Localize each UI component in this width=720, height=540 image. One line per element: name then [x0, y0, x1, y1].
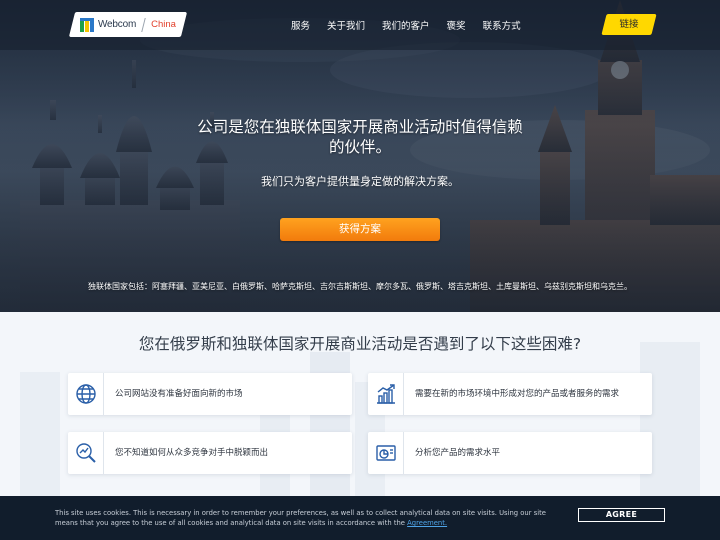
problem-card: 您不知道如何从众多竞争对手中脱颖而出 [68, 432, 352, 474]
agree-button[interactable]: AGREE [578, 508, 665, 522]
nav-item-clients[interactable]: 我们的客户 [382, 18, 430, 32]
growth-chart-icon [377, 384, 395, 404]
header-link-button[interactable]: 链接 [601, 14, 657, 35]
card-icon-cell [368, 373, 404, 415]
globe-icon [76, 384, 96, 404]
card-icon-cell [368, 432, 404, 474]
get-solution-button[interactable]: 获得方案 [280, 218, 440, 241]
logo-region: China [151, 19, 176, 30]
search-trend-icon [76, 443, 96, 463]
hero-subtitle: 我们只为客户提供量身定做的解决方案。 [261, 175, 459, 188]
analytics-icon [376, 445, 396, 461]
problem-text: 您不知道如何从众多竞争对手中脱颖而出 [115, 448, 269, 458]
problems-title: 您在俄罗斯和独联体国家开展商业活动是否遇到了以下这些困难? [138, 335, 582, 353]
card-icon-cell [68, 373, 104, 415]
nav-item-testimonials[interactable]: 褒奖 [447, 18, 466, 32]
logo[interactable]: Webcom China [80, 12, 176, 37]
problem-card: 公司网站没有准备好面向新的市场 [68, 373, 352, 415]
problem-card: 分析您产品的需求水平 [368, 432, 652, 474]
nav-item-contacts[interactable]: 联系方式 [483, 18, 521, 32]
agreement-link[interactable]: Agreement. [407, 519, 447, 527]
header-link-button-label: 链接 [619, 19, 639, 30]
card-icon-cell [68, 432, 104, 474]
problem-text: 分析您产品的需求水平 [415, 448, 501, 458]
cis-countries-note: 独联体国家包括：阿塞拜疆、亚美尼亚、白俄罗斯、哈萨克斯坦、吉尔吉斯斯坦、摩尔多瓦… [88, 282, 632, 291]
nav-item-about[interactable]: 关于我们 [327, 18, 365, 32]
logo-divider [141, 17, 146, 32]
main-nav: 服务 关于我们 我们的客户 褒奖 联系方式 [291, 18, 538, 32]
hero-title: 公司是您在独联体国家开展商业活动时值得信赖的伙伴。 [197, 118, 523, 156]
nav-item-services[interactable]: 服务 [291, 18, 310, 32]
cookie-message: This site uses cookies. This is necessar… [55, 509, 546, 527]
problem-card: 需要在新的市场环境中形成对您的产品或者服务的需求 [368, 373, 652, 415]
webcom-logo-icon [80, 17, 94, 32]
logo-text: Webcom [98, 19, 137, 30]
cookie-text: This site uses cookies. This is necessar… [55, 508, 560, 528]
problem-text: 公司网站没有准备好面向新的市场 [115, 389, 243, 399]
problem-text: 需要在新的市场环境中形成对您的产品或者服务的需求 [415, 389, 620, 399]
